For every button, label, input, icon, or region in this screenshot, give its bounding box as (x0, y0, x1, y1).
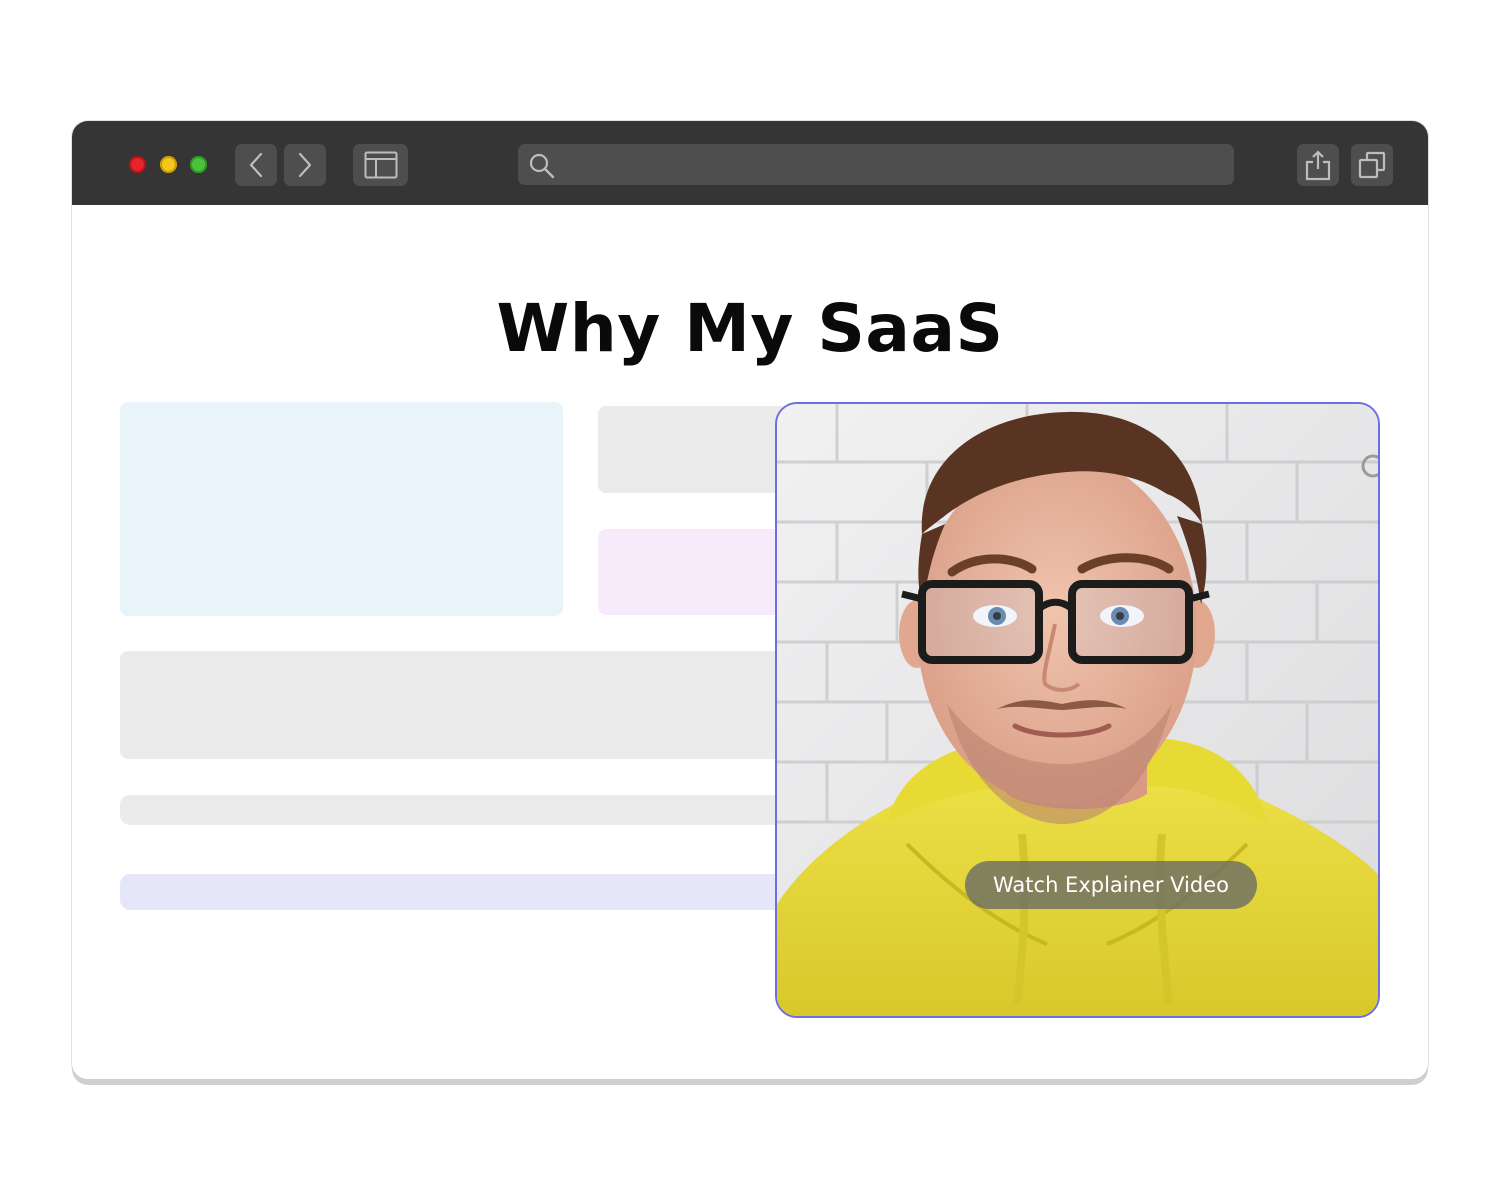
maximize-window-button[interactable] (190, 156, 207, 173)
presenter-video-frame (777, 404, 1378, 1016)
forward-button[interactable] (284, 144, 326, 186)
share-icon (1305, 150, 1331, 181)
address-bar[interactable] (518, 144, 1234, 185)
chevron-right-icon (298, 152, 312, 178)
sidebar-toggle-button[interactable] (353, 144, 408, 186)
page-title: Why My SaaS (496, 290, 1004, 367)
watch-video-button[interactable]: Watch Explainer Video (965, 861, 1257, 909)
chevron-left-icon (249, 152, 263, 178)
placeholder-hero-block (120, 402, 563, 616)
explainer-video-player[interactable] (775, 402, 1380, 1018)
sidebar-icon (364, 151, 397, 179)
share-button[interactable] (1297, 144, 1339, 186)
tabs-overview-button[interactable] (1351, 144, 1393, 186)
minimize-window-button[interactable] (160, 156, 177, 173)
back-button[interactable] (235, 144, 277, 186)
tabs-icon (1358, 151, 1386, 179)
address-input[interactable] (564, 144, 1224, 185)
search-icon (529, 153, 555, 179)
close-window-button[interactable] (129, 156, 146, 173)
browser-titlebar (72, 121, 1428, 205)
